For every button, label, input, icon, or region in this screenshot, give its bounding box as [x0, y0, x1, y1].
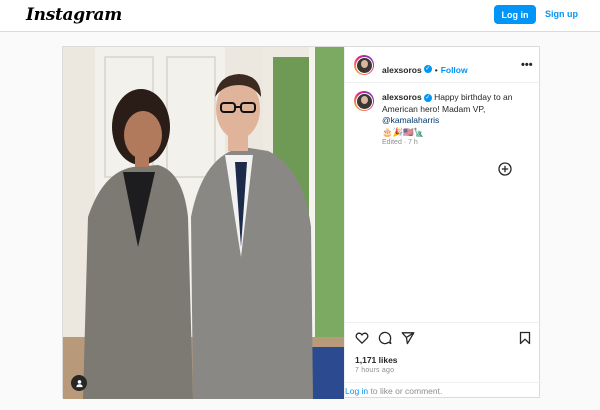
avatar[interactable]	[354, 55, 374, 75]
post-sidebar: alexsoros ✓ • Follow ••• alexsoros ✓ Happy b…	[344, 47, 542, 399]
login-button[interactable]: Log in	[494, 5, 536, 24]
follow-button[interactable]: Follow	[441, 65, 468, 75]
post-timestamp[interactable]: 7 hours ago	[355, 367, 394, 374]
person-icon[interactable]	[71, 375, 87, 391]
post-header: alexsoros ✓ • Follow •••	[345, 47, 542, 83]
login-to-comment: Log in to like or comment.	[345, 382, 542, 400]
instagram-logo[interactable]: Instagram	[26, 5, 122, 25]
post-photo[interactable]	[63, 47, 344, 399]
signup-link[interactable]: Sign up	[545, 9, 578, 19]
more-options-icon[interactable]: •••	[521, 59, 533, 71]
separator-dot: •	[434, 65, 438, 75]
heart-icon[interactable]	[355, 331, 369, 345]
bookmark-icon[interactable]	[518, 331, 532, 345]
post-card: alexsoros ✓ • Follow ••• alexsoros ✓ Happy b…	[62, 46, 542, 399]
paper-plane-icon[interactable]	[401, 331, 415, 345]
caption-username[interactable]: alexsoros	[382, 92, 422, 102]
edited-label: Edited · 7 h	[382, 139, 418, 146]
top-nav-bar: Instagram Log in Sign up	[0, 0, 600, 32]
comment-icon[interactable]	[378, 331, 392, 345]
caption-avatar[interactable]	[354, 91, 374, 111]
caption-mention[interactable]: @kamalaharris	[382, 115, 439, 125]
verified-badge-icon: ✓	[423, 64, 432, 73]
post-photo-illustration	[63, 47, 344, 399]
footer-login-link[interactable]: Log in	[345, 386, 368, 396]
verified-badge-icon: ✓	[423, 93, 432, 102]
post-actions: 1,171 likes 7 hours ago Log in to like o…	[345, 322, 542, 399]
caption-emojis: 🎂🎉🇺🇸🗽	[382, 126, 425, 137]
footer-login-text: to like or comment.	[368, 386, 443, 396]
author-username[interactable]: alexsoros	[382, 65, 422, 75]
likes-count[interactable]: 1,171 likes	[355, 355, 398, 365]
plus-circle-icon[interactable]	[498, 162, 512, 176]
post-caption: alexsoros ✓ Happy birthday to an American…	[382, 92, 534, 138]
